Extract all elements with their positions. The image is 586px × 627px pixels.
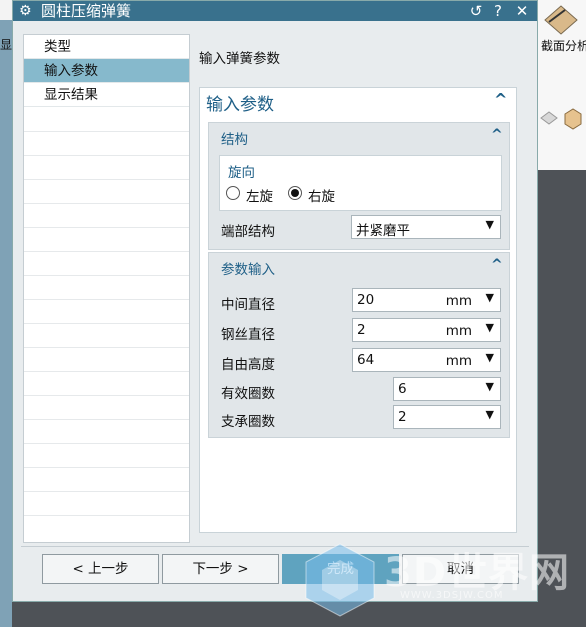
params-header: 参数输入 xyxy=(221,262,275,278)
watermark-url: WWW.3DSJW.COM xyxy=(400,590,504,601)
chevron-down-icon: ▼ xyxy=(485,408,494,421)
empty-row xyxy=(24,419,189,444)
step-item-type[interactable]: 类型 xyxy=(24,35,189,59)
watermark-logo-icon xyxy=(305,543,375,617)
step-list: 类型 输入参数 显示结果 xyxy=(23,34,190,543)
free-height-input[interactable]: 64 mm ▼ xyxy=(352,348,501,372)
reset-icon[interactable]: ↺ xyxy=(467,1,485,21)
collapse-params-icon[interactable]: ^ xyxy=(491,257,503,273)
mid-diameter-label: 中间直径 xyxy=(221,297,275,313)
close-icon[interactable]: ✕ xyxy=(513,1,531,21)
left-hand-radio[interactable] xyxy=(226,186,240,200)
right-hand-label[interactable]: 右旋 xyxy=(308,185,335,205)
empty-row xyxy=(24,251,189,276)
rotation-box: 旋向 左旋 右旋 xyxy=(219,155,502,211)
input-panel: 输入参数 ^ 结构 ^ 旋向 左旋 右旋 端部结构 并紧磨平 ▼ 参数输入 ^ … xyxy=(199,87,517,533)
section-analysis-icon[interactable] xyxy=(541,0,581,36)
support-coils-value: 2 xyxy=(398,409,407,425)
empty-row xyxy=(24,299,189,324)
page-title: 输入弹簧参数 xyxy=(199,51,280,67)
panel-title: 输入参数 xyxy=(206,95,274,115)
left-edge xyxy=(0,20,12,627)
collapse-panel-icon[interactable]: ^ xyxy=(494,90,507,109)
collapse-structure-icon[interactable]: ^ xyxy=(491,127,503,143)
end-structure-value: 并紧磨平 xyxy=(356,223,410,239)
wire-diameter-unit: mm xyxy=(445,323,472,339)
support-coils-label: 支承圈数 xyxy=(221,414,275,430)
empty-row xyxy=(24,131,189,156)
effective-coils-value: 6 xyxy=(398,381,407,397)
empty-row xyxy=(24,227,189,252)
wire-diameter-input[interactable]: 2 mm ▼ xyxy=(352,318,501,342)
dialog-title: 圆柱压缩弹簧 xyxy=(41,2,132,20)
wire-diameter-value: 2 xyxy=(357,322,366,338)
toolbar-right: 截面分析 xyxy=(536,0,586,170)
step-item-result[interactable]: 显示结果 xyxy=(24,83,189,107)
help-button[interactable]: ? xyxy=(489,1,507,21)
empty-row xyxy=(24,107,189,132)
empty-row xyxy=(24,275,189,300)
gear-icon: ⚙ xyxy=(19,3,32,19)
support-coils-dropdown[interactable]: 2 ▼ xyxy=(393,405,501,429)
mid-diameter-value: 20 xyxy=(357,292,375,308)
empty-row xyxy=(24,203,189,228)
left-hand-label[interactable]: 左旋 xyxy=(246,185,273,205)
empty-row xyxy=(24,443,189,468)
params-group: 参数输入 ^ 中间直径 20 mm ▼ 钢丝直径 2 mm ▼ 自由高度 64 … xyxy=(208,252,510,438)
next-button[interactable]: 下一步 > xyxy=(162,554,279,584)
mid-diameter-input[interactable]: 20 mm ▼ xyxy=(352,288,501,312)
effective-coils-label: 有效圈数 xyxy=(221,386,275,402)
structure-header: 结构 xyxy=(221,132,248,148)
end-structure-dropdown[interactable]: 并紧磨平 ▼ xyxy=(351,215,501,239)
left-toolbar-label: 显 xyxy=(0,38,13,52)
section-analysis-label[interactable]: 截面分析 xyxy=(541,37,586,54)
spring-dialog: ⚙ 圆柱压缩弹簧 ↺ ? ✕ 类型 输入参数 显示结果 输入弹簧参数 输入参数 … xyxy=(12,0,538,602)
chevron-down-icon: ▼ xyxy=(485,218,494,231)
mid-diameter-unit: mm xyxy=(445,293,472,309)
step-item-input[interactable]: 输入参数 xyxy=(24,59,189,83)
free-height-label: 自由高度 xyxy=(221,357,275,373)
free-height-value: 64 xyxy=(357,352,375,368)
structure-group: 结构 ^ 旋向 左旋 右旋 端部结构 并紧磨平 ▼ xyxy=(208,122,510,250)
view-cube-icon[interactable] xyxy=(537,104,585,132)
chevron-down-icon: ▼ xyxy=(485,321,494,334)
prev-button[interactable]: < 上一步 xyxy=(42,554,159,584)
effective-coils-dropdown[interactable]: 6 ▼ xyxy=(393,377,501,401)
wire-diameter-label: 钢丝直径 xyxy=(221,327,275,343)
empty-row xyxy=(24,395,189,420)
empty-row xyxy=(24,467,189,492)
chevron-down-icon: ▼ xyxy=(485,291,494,304)
free-height-unit: mm xyxy=(445,353,472,369)
empty-row xyxy=(24,371,189,396)
empty-row xyxy=(24,347,189,372)
title-bar: ⚙ 圆柱压缩弹簧 ↺ ? ✕ xyxy=(13,1,537,21)
right-hand-radio[interactable] xyxy=(288,186,302,200)
empty-row xyxy=(24,179,189,204)
empty-row xyxy=(24,491,189,516)
chevron-down-icon: ▼ xyxy=(485,380,494,393)
chevron-down-icon: ▼ xyxy=(485,351,494,364)
empty-row xyxy=(24,155,189,180)
empty-row xyxy=(24,323,189,348)
end-structure-label: 端部结构 xyxy=(221,224,275,240)
rotation-label: 旋向 xyxy=(228,165,255,181)
